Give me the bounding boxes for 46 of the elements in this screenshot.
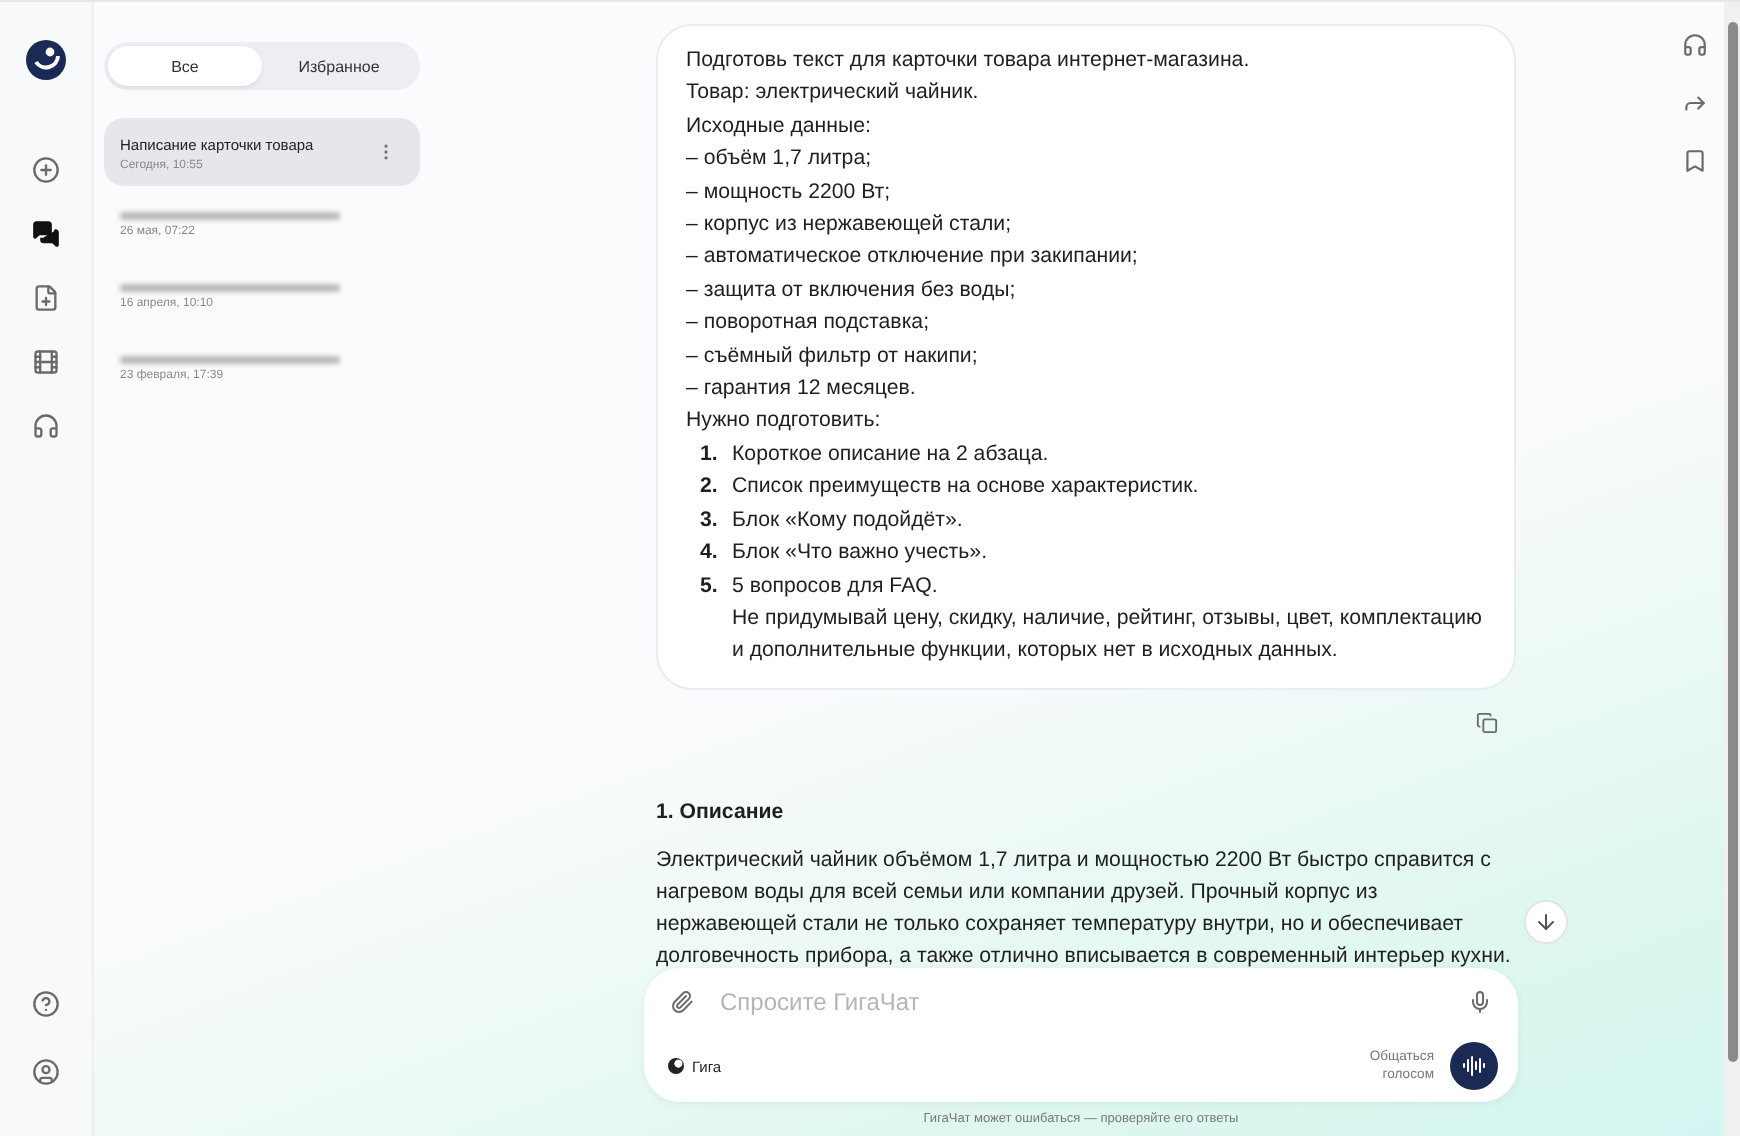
- user-icon: [32, 1058, 60, 1086]
- paperclip-icon: [670, 990, 694, 1014]
- mic-icon: [1468, 990, 1492, 1014]
- list-number: 3.: [700, 505, 720, 536]
- filter-tab[interactable]: Избранное: [262, 46, 416, 86]
- list-text: Список преимуществ на основе характеристик.: [732, 472, 1199, 503]
- message-line: Подготовь текст для карточки товара интернет-магазина.: [686, 46, 1252, 76]
- list-text: 5 вопросов для FAQ.: [732, 571, 940, 601]
- copy-icon: [1476, 711, 1498, 734]
- answer-heading: 1. Описание: [656, 799, 786, 824]
- list-text: Не придумывай цену, скидку, наличие, рейтинг, отзывы, цвет, комплектацию и дополнительные функции, которых нет в исходных данных.: [732, 603, 1484, 667]
- list-text: Блок «Что важно учесть».: [732, 538, 988, 569]
- list-number: 1.: [700, 439, 720, 470]
- message-line: Товар: электрический чайник.: [686, 78, 981, 109]
- logo-icon: [24, 38, 68, 82]
- message-line: – корпус из нержавеющей стали;: [686, 210, 1014, 241]
- input-field[interactable]: Спросите ГигаЧат: [716, 986, 1446, 1018]
- message-line: – автоматическое отключение при закипании;: [686, 242, 1140, 273]
- plus-icon: [32, 156, 60, 184]
- answer-paragraph: Электрический чайник объёмом 1,7 литра и мощностью 2200 Вт быстро справится с нагревом воды для всей семьи или компании друзей. Прочный корпус из нержавеющей стали не только сохраняет температуру внутри, но и обеспечивает долговечность прибора, а также отлично вписывается в современный интерьер кухни.: [656, 845, 1513, 968]
- voice-button[interactable]: [1450, 1042, 1498, 1090]
- bookmark-icon: [1681, 148, 1707, 174]
- chats-icon: [32, 220, 60, 248]
- help-icon: [32, 990, 60, 1018]
- headphones-icon: [32, 412, 60, 440]
- message-line: – объём 1,7 литра;: [686, 144, 874, 175]
- list-number: 2.: [700, 472, 720, 503]
- filter-tab[interactable]: Все: [108, 46, 262, 86]
- file-plus-icon: [32, 284, 60, 312]
- share-icon: [1681, 90, 1707, 116]
- film-icon: [32, 348, 60, 376]
- message-line: – мощность 2200 Вт;: [686, 177, 893, 208]
- message-line: Нужно подготовить:: [686, 406, 883, 437]
- list-number: 4.: [700, 538, 720, 569]
- message-line: – защита от включения без воды;: [686, 275, 1018, 306]
- message-line: – поворотная подставка;: [686, 308, 932, 339]
- list-number: 5.: [700, 571, 720, 601]
- list-text: Блок «Кому подойдёт».: [732, 505, 963, 536]
- message-line: – гарантия 12 месяцев.: [686, 374, 918, 405]
- scroll-down-button[interactable]: [1524, 900, 1568, 944]
- sound-wave-icon: [1462, 1054, 1486, 1078]
- headphones-icon: [1681, 32, 1707, 58]
- arrow-down-icon: [1534, 910, 1558, 934]
- message-line: – съёмный фильтр от накипи;: [686, 341, 980, 372]
- list-text: Короткое описание на 2 абзаца.: [732, 439, 1049, 470]
- message-line: Исходные данные:: [686, 111, 873, 142]
